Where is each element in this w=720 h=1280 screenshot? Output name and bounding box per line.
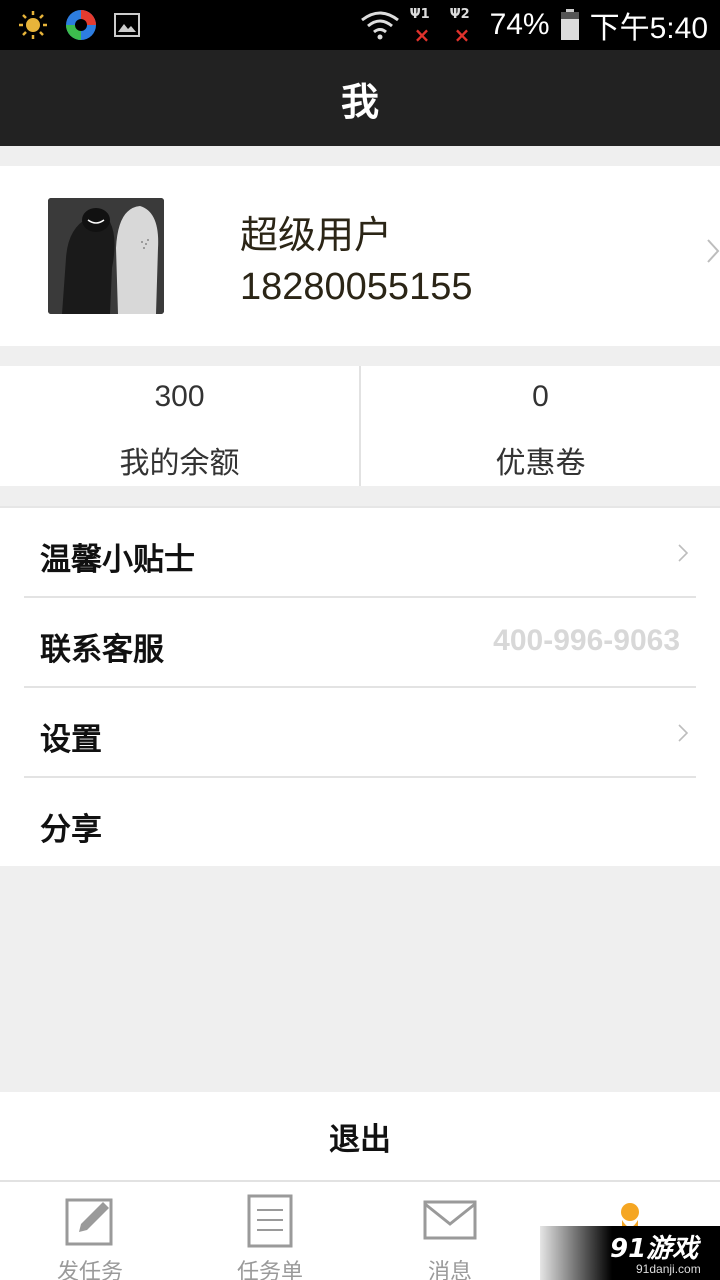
coupon-label: 优惠卷 <box>495 446 586 481</box>
tab-messages[interactable]: 消息 <box>360 1182 540 1280</box>
watermark-site: 91danji.com <box>636 1262 701 1276</box>
menu-item-customer-service[interactable]: 联系客服 400-996-9063 <box>24 598 696 688</box>
balance-value: 300 <box>154 380 205 413</box>
settings-menu: 温馨小贴士 联系客服 400-996-9063 设置 分享 <box>0 506 720 866</box>
tab-post-task[interactable]: 发任务 <box>0 1182 180 1280</box>
tab-label: 发任务 <box>56 1260 123 1280</box>
status-bar: Ψ1 × Ψ2 × 74% 下午5:40 <box>0 0 720 50</box>
brightness-icon <box>19 11 47 39</box>
tab-label: 任务单 <box>236 1260 303 1280</box>
service-phone: 400-996-9063 <box>493 624 680 657</box>
edit-icon <box>65 1198 113 1246</box>
menu-item-settings[interactable]: 设置 <box>24 688 696 778</box>
watermark-logo: 91游戏 <box>610 1234 699 1264</box>
menu-item-label: 分享 <box>40 812 102 848</box>
sim2-signal-icon: Ψ2 × <box>449 5 480 47</box>
mail-icon <box>423 1200 477 1240</box>
avatar <box>48 198 164 314</box>
chevron-right-icon <box>678 724 688 742</box>
clock: 下午5:40 <box>589 12 708 45</box>
profile-name: 超级用户 <box>240 213 393 257</box>
account-stats: 300 我的余额 0 优惠卷 <box>0 366 720 486</box>
menu-item-tips[interactable]: 温馨小贴士 <box>24 508 696 598</box>
sim1-signal-icon: Ψ1 × <box>409 5 440 47</box>
profile-card[interactable]: 超级用户 18280055155 <box>0 166 720 346</box>
balance-label: 我的余额 <box>119 446 240 481</box>
chevron-right-icon <box>678 544 688 562</box>
wifi-icon <box>360 11 399 40</box>
site-watermark: 91游戏 91danji.com <box>540 1226 720 1280</box>
logout-label: 退出 <box>329 1121 391 1158</box>
page-title: 我 <box>340 79 379 124</box>
sim2-label: Ψ2 <box>449 7 470 22</box>
app-notification-icon <box>66 10 96 40</box>
battery-icon <box>560 9 579 40</box>
battery-percent: 74% <box>489 8 550 41</box>
menu-item-share[interactable]: 分享 <box>24 778 696 868</box>
title-bar: 我 <box>0 50 720 146</box>
balance-stat[interactable]: 300 我的余额 <box>0 366 359 486</box>
document-icon <box>247 1194 293 1248</box>
sim2-no-signal: × <box>453 23 471 47</box>
logout-button[interactable]: 退出 <box>0 1092 720 1180</box>
avatar-image <box>48 198 164 314</box>
sim1-no-signal: × <box>413 23 431 47</box>
tab-label: 消息 <box>427 1260 472 1280</box>
chevron-right-icon <box>707 239 720 263</box>
menu-item-label: 联系客服 <box>40 632 164 668</box>
coupon-stat[interactable]: 0 优惠卷 <box>361 366 720 486</box>
tab-task-list[interactable]: 任务单 <box>180 1182 360 1280</box>
menu-item-label: 设置 <box>40 722 102 758</box>
sim1-label: Ψ1 <box>409 7 430 22</box>
coupon-value: 0 <box>532 380 549 413</box>
menu-item-label: 温馨小贴士 <box>40 542 195 578</box>
profile-phone: 18280055155 <box>240 266 473 308</box>
image-notification-icon <box>114 13 140 37</box>
